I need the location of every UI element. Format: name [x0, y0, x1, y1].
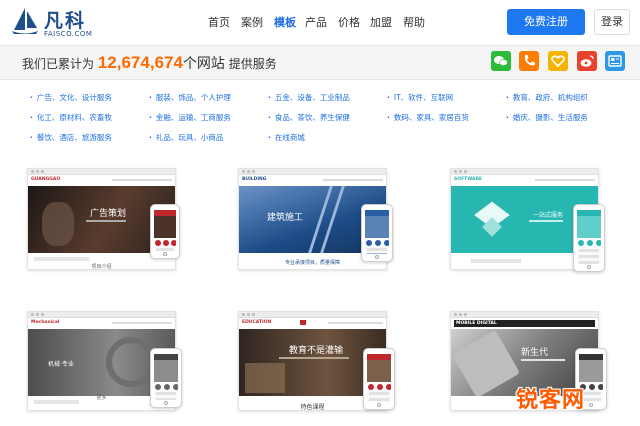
category-link[interactable]: 服装、饰品、个人护理 [149, 92, 231, 103]
category-link[interactable]: 化工、原材料、农畜牧 [30, 112, 112, 123]
category-link[interactable]: 五金、设备、工业制品 [268, 92, 350, 103]
template-card-mechanical[interactable]: Mechanical 机械·专业 更多 [27, 311, 182, 411]
nav-item-templates[interactable]: 模板 [274, 14, 296, 30]
login-button[interactable]: 登录 [594, 9, 630, 35]
template-header: MOBILE DIGITAL [454, 320, 595, 327]
nav-item-products[interactable]: 产品 [305, 14, 327, 30]
template-card-education[interactable]: EDUCATION 教育不是灌输 特色课程 [238, 311, 395, 411]
template-header: EDUCATION [242, 320, 383, 327]
phone-share-button[interactable] [519, 51, 539, 71]
template-header: GUANGGAO [31, 177, 172, 184]
top-navigation-bar: 凡科 FAISCO.COM 首页 案例 模板 产品 价格 加盟 帮助 免费注册 … [0, 0, 640, 46]
nav-item-help[interactable]: 帮助 [403, 14, 425, 30]
category-link[interactable]: 食品、茶饮、养生保健 [268, 112, 350, 123]
category-link[interactable]: 礼品、玩具、小商品 [149, 132, 224, 143]
category-link[interactable]: 教育、政府、机构组织 [506, 92, 588, 103]
toutiao-icon [608, 55, 622, 67]
template-header: SOFTWARE [454, 177, 595, 184]
template-card-software[interactable]: SOFTWARE 一站式服务 [450, 168, 605, 272]
category-link[interactable]: IT、软件、互联网 [387, 92, 453, 103]
category-links: 广告、文化、设计服务 服装、饰品、个人护理 五金、设备、工业制品 IT、软件、互… [0, 86, 640, 146]
template-mobile-preview [361, 204, 393, 262]
nav-item-home[interactable]: 首页 [208, 14, 230, 30]
template-card-building[interactable]: BUILDING 建筑施工 专业承接项目，质量保障 [238, 168, 393, 270]
site-count: 12,674,674 [97, 53, 183, 72]
template-mobile-preview [150, 348, 182, 408]
phone-icon [525, 55, 535, 66]
heart-icon [551, 55, 565, 68]
stats-text: 我们已累计为 12,674,674个网站 提供服务 [22, 53, 277, 73]
wechat-share-button[interactable] [491, 51, 511, 71]
wechat-icon [494, 56, 508, 67]
nav-item-pricing[interactable]: 价格 [338, 14, 360, 30]
nav-item-franchise[interactable]: 加盟 [370, 14, 392, 30]
template-header: Mechanical [31, 320, 172, 327]
brand-name-cn: 凡科 [44, 10, 87, 32]
stats-suffix: 提供服务 [228, 57, 277, 71]
register-button[interactable]: 免费注册 [507, 9, 585, 35]
template-mobile-preview [150, 204, 180, 259]
category-link[interactable]: 在线商城 [268, 132, 305, 143]
brand-logo[interactable]: 凡科 FAISCO.COM [10, 5, 95, 41]
template-card-advertising[interactable]: GUANGGAO 广告策划 项目介绍 [27, 168, 180, 270]
template-mobile-preview [363, 348, 395, 410]
template-header: BUILDING [242, 177, 383, 184]
stats-unit: 个网站 [182, 56, 225, 72]
stats-prefix: 我们已累计为 [22, 57, 95, 71]
sailboat-logo-icon [12, 8, 38, 34]
favorite-share-button[interactable] [548, 51, 568, 71]
weibo-share-button[interactable] [577, 51, 597, 71]
template-mobile-preview [573, 204, 605, 272]
category-link[interactable]: 金融、运输、工商服务 [149, 112, 231, 123]
category-link[interactable]: 广告、文化、设计服务 [30, 92, 112, 103]
toutiao-share-button[interactable] [605, 51, 625, 71]
stats-bar: 我们已累计为 12,674,674个网站 提供服务 [0, 46, 640, 80]
weibo-icon [580, 55, 594, 67]
nav-item-cases[interactable]: 案例 [241, 14, 263, 30]
category-link[interactable]: 婚庆、摄影、生活服务 [506, 112, 588, 123]
watermark: 锐客网 [516, 388, 586, 413]
brand-name-en: FAISCO.COM [44, 30, 93, 38]
category-link[interactable]: 数码、家具、家居百货 [387, 112, 469, 123]
category-link[interactable]: 餐饮、酒店、旅游服务 [30, 132, 112, 143]
